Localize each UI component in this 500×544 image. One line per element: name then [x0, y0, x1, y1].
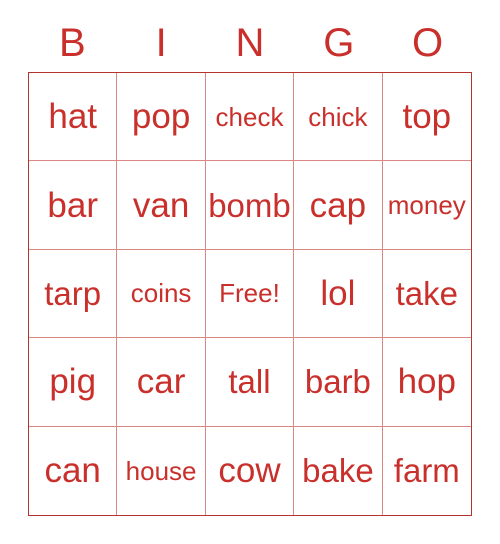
bingo-cell-label: tarp — [44, 274, 102, 312]
bingo-header-letter-n: N — [235, 21, 265, 65]
bingo-cell[interactable]: van — [117, 161, 206, 250]
bingo-cell[interactable]: check — [205, 73, 295, 162]
bingo-cell-label: car — [136, 362, 186, 402]
bingo-cell[interactable]: money — [382, 161, 471, 250]
bingo-header-letter-i: I — [155, 21, 167, 65]
bingo-cell[interactable]: take — [382, 249, 471, 339]
bingo-cell[interactable]: can — [29, 426, 118, 515]
bingo-cell-free[interactable]: Free! — [205, 249, 295, 339]
bingo-cell-label: barb — [304, 363, 371, 401]
bingo-cell[interactable]: hat — [29, 73, 118, 162]
bingo-cell-label: hat — [48, 97, 98, 137]
bingo-header-letter-o: O — [412, 21, 444, 65]
bingo-cell[interactable]: coins — [117, 249, 206, 339]
bingo-header-row: B I N G O — [28, 18, 472, 68]
bingo-cell-label: coins — [130, 278, 192, 309]
bingo-cell-label: Free! — [219, 278, 280, 309]
bingo-cell-label: tall — [228, 363, 271, 401]
bingo-header-letter-b: B — [59, 21, 86, 65]
bingo-cell[interactable]: car — [117, 338, 206, 427]
bingo-cell-label: chick — [308, 101, 368, 132]
bingo-cell[interactable]: bake — [294, 426, 383, 515]
bingo-cell[interactable]: tarp — [29, 249, 118, 339]
bingo-cell-label: cap — [309, 185, 367, 225]
bingo-cell-label: take — [395, 274, 458, 312]
bingo-cell-label: van — [132, 185, 190, 225]
bingo-cell[interactable]: hop — [382, 338, 471, 427]
bingo-cell-label: pig — [49, 362, 97, 402]
bingo-header-letter-g: G — [323, 21, 355, 65]
bingo-cell-label: farm — [393, 452, 460, 490]
bingo-cell[interactable]: top — [382, 73, 471, 162]
bingo-cell-label: bomb — [208, 186, 291, 224]
bingo-cell-label: hop — [397, 362, 456, 402]
bingo-cell-label: bake — [302, 452, 374, 490]
bingo-card: B I N G O hat pop check chick top bar van bomb c… — [0, 0, 500, 544]
bingo-cell-label: check — [215, 101, 284, 132]
bingo-cell-label: can — [44, 451, 101, 491]
bingo-cell-label: top — [402, 97, 452, 137]
bingo-cell-label: cow — [218, 451, 281, 491]
bingo-cell[interactable]: barb — [294, 338, 383, 427]
bingo-cell[interactable]: lol — [294, 249, 383, 339]
bingo-cell[interactable]: pop — [117, 73, 206, 162]
bingo-cell-label: pop — [131, 97, 191, 137]
bingo-cell-label: house — [125, 455, 197, 486]
bingo-cell[interactable]: bar — [29, 161, 118, 250]
bingo-cell[interactable]: cap — [294, 161, 383, 250]
bingo-cell[interactable]: chick — [294, 73, 383, 162]
bingo-cell[interactable]: house — [117, 426, 206, 515]
bingo-cell[interactable]: bomb — [205, 161, 295, 250]
bingo-cell[interactable]: tall — [205, 338, 295, 427]
bingo-cell-label: lol — [320, 273, 356, 313]
bingo-cell-label: bar — [47, 185, 98, 225]
bingo-grid: hat pop check chick top bar van bomb cap money tar… — [28, 72, 472, 516]
bingo-cell[interactable]: cow — [205, 426, 295, 515]
bingo-cell[interactable]: pig — [29, 338, 118, 427]
bingo-cell[interactable]: farm — [382, 426, 471, 515]
bingo-cell-label: money — [387, 190, 466, 221]
